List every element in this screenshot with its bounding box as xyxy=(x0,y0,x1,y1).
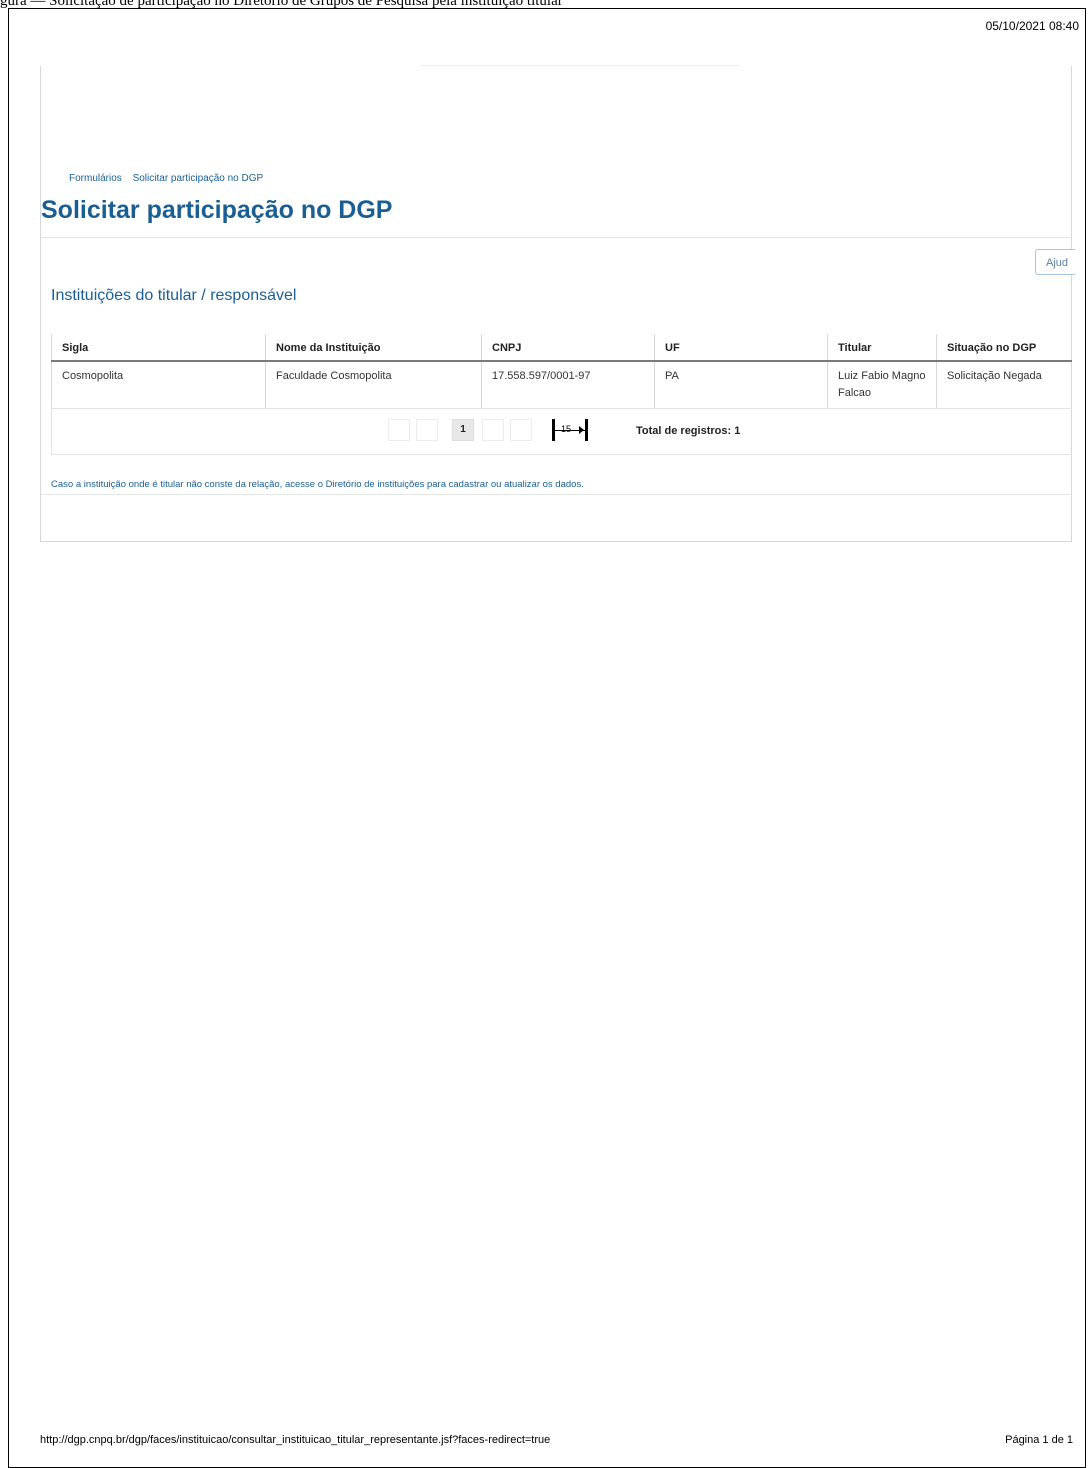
institutions-table: Sigla Nome da Instituição CNPJ UF Titula… xyxy=(51,334,1072,409)
table-row[interactable]: Cosmopolita Faculdade Cosmopolita 17.558… xyxy=(51,361,1072,409)
pagination-bar: 1 15 Total de registros: 1 xyxy=(51,405,1072,455)
print-timestamp: 05/10/2021 08:40 xyxy=(985,19,1079,33)
last-page-button[interactable] xyxy=(510,419,532,441)
column-header-situacao[interactable]: Situação no DGP xyxy=(936,334,1072,362)
directory-note-link[interactable]: Caso a instituição onde é titular não co… xyxy=(51,479,584,490)
column-header-sigla[interactable]: Sigla xyxy=(51,334,266,362)
section-title: Instituições do titular / responsável xyxy=(51,287,297,304)
current-page-button[interactable]: 1 xyxy=(452,419,474,441)
cell-situacao: Solicitação Negada xyxy=(936,361,1072,409)
column-header-uf[interactable]: UF xyxy=(654,334,828,362)
cell-nome: Faculdade Cosmopolita xyxy=(265,361,482,409)
rows-per-page-value: 15 xyxy=(561,424,572,434)
column-header-cnpj[interactable]: CNPJ xyxy=(481,334,655,362)
arrow-right-icon xyxy=(579,426,584,434)
help-button[interactable]: Ajud xyxy=(1035,249,1075,275)
rows-per-page-select[interactable]: 15 xyxy=(552,419,588,441)
title-divider xyxy=(41,237,1072,238)
footer-page-number: Página 1 de 1 xyxy=(1005,1434,1073,1446)
cell-sigla: Cosmopolita xyxy=(51,361,266,409)
column-header-titular[interactable]: Titular xyxy=(827,334,937,362)
total-records: Total de registros: 1 xyxy=(636,425,741,437)
table-header-row: Sigla Nome da Instituição CNPJ UF Titula… xyxy=(51,334,1072,362)
footer-url: http://dgp.cnpq.br/dgp/faces/instituicao… xyxy=(40,1434,551,1446)
cell-cnpj: 17.558.597/0001-97 xyxy=(481,361,655,409)
breadcrumb-item-formularios[interactable]: Formulários xyxy=(69,173,122,184)
next-page-button[interactable] xyxy=(482,419,504,441)
previous-page-button[interactable] xyxy=(416,419,438,441)
select-right-bar xyxy=(585,419,588,441)
column-header-nome[interactable]: Nome da Instituição xyxy=(265,334,482,362)
first-page-button[interactable] xyxy=(388,419,410,441)
cell-uf: PA xyxy=(654,361,828,409)
cell-titular: Luiz Fabio Magno Falcao xyxy=(827,361,937,409)
page-title: Solicitar participação no DGP xyxy=(41,196,393,224)
breadcrumb-item-solicitar[interactable]: Solicitar participação no DGP xyxy=(133,173,264,184)
note-divider xyxy=(41,494,1072,495)
breadcrumb: Formulários Solicitar participação no DG… xyxy=(69,173,271,184)
